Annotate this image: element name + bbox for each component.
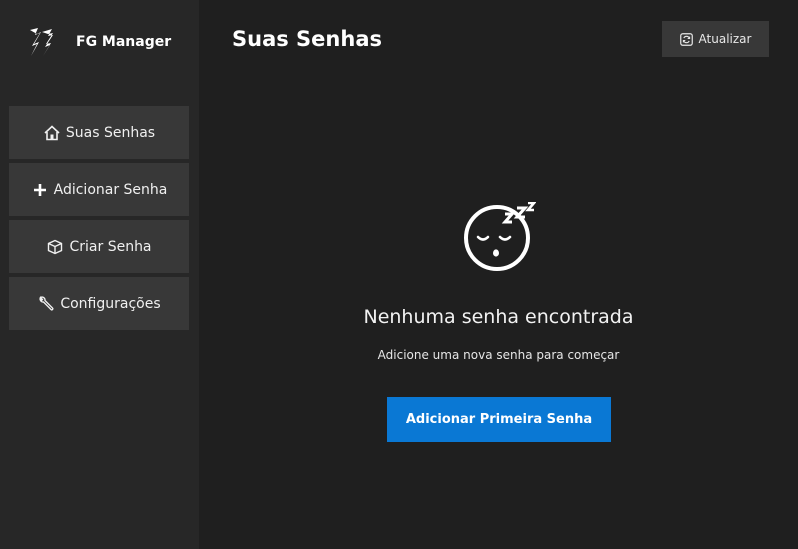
fg-logo-icon bbox=[30, 28, 53, 56]
sidebar-item-label: Adicionar Senha bbox=[53, 181, 168, 198]
sleeping-face-icon bbox=[464, 202, 536, 271]
sidebar-item-label: Criar Senha bbox=[69, 238, 152, 255]
refresh-icon bbox=[679, 32, 693, 46]
refresh-label: Atualizar bbox=[698, 32, 752, 46]
empty-state-subtitle: Adicione uma nova senha para começar bbox=[377, 348, 620, 362]
sidebar-item-criar-senha[interactable]: Criar Senha bbox=[9, 220, 189, 273]
main-content: Suas Senhas Atualizar Nenhuma senha enco… bbox=[199, 0, 798, 549]
sidebar-item-label: Configurações bbox=[60, 295, 161, 312]
sidebar-item-suas-senhas[interactable]: Suas Senhas bbox=[9, 106, 189, 159]
sidebar-item-adicionar-senha[interactable]: Adicionar Senha bbox=[9, 163, 189, 216]
app-name: FG Manager bbox=[76, 34, 172, 50]
refresh-button[interactable]: Atualizar bbox=[662, 21, 769, 57]
wrench-icon bbox=[37, 295, 55, 313]
sidebar-nav: Suas Senhas Adicionar Senha Criar Senha … bbox=[9, 106, 189, 334]
sidebar: FG Manager Suas Senhas Adicionar Senha C… bbox=[0, 0, 199, 549]
sidebar-item-configuracoes[interactable]: Configurações bbox=[9, 277, 189, 330]
plus-icon bbox=[31, 181, 49, 199]
page-title: Suas Senhas bbox=[232, 27, 382, 51]
package-icon bbox=[46, 238, 64, 256]
empty-state-title: Nenhuma senha encontrada bbox=[363, 306, 634, 328]
brand: FG Manager bbox=[28, 26, 171, 58]
app-window: FG Manager Suas Senhas Adicionar Senha C… bbox=[0, 0, 798, 549]
home-icon bbox=[43, 124, 61, 142]
add-first-password-button[interactable]: Adicionar Primeira Senha bbox=[387, 397, 611, 442]
sidebar-item-label: Suas Senhas bbox=[65, 124, 156, 141]
